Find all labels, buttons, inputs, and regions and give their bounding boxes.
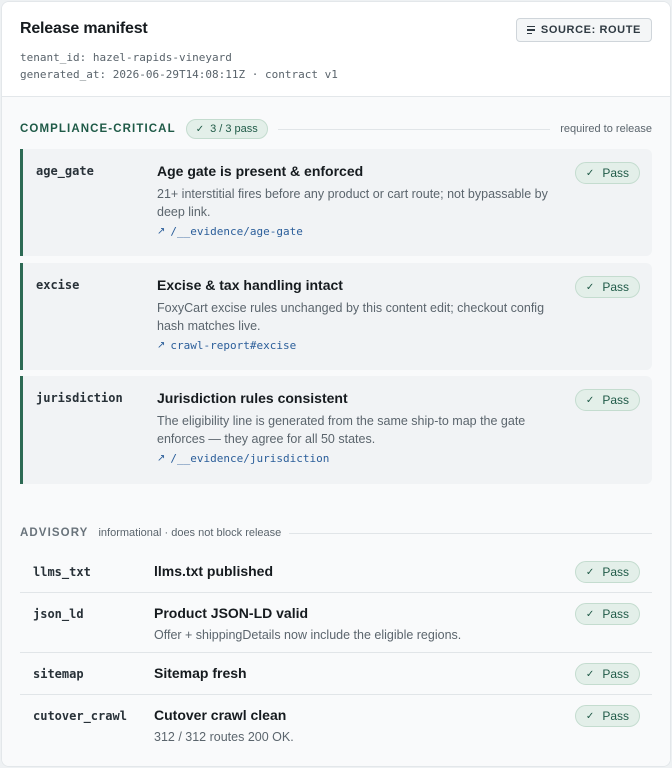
section-divider [277, 128, 551, 130]
advisory-item-llms-txt: llms_txt llms.txt published ✓ Pass [20, 551, 652, 593]
status-badge: ✓ Pass [574, 561, 640, 583]
manifest-header: Release manifest tenant_id: hazel-rapids… [2, 2, 670, 97]
advisory-item-json-ld: json_ld Product JSON-LD valid Offer + sh… [20, 593, 652, 653]
item-body: Age gate is present & enforced 21+ inter… [157, 163, 556, 238]
evidence-link[interactable]: ↗ /__evidence/jurisdiction [157, 452, 556, 465]
item-body: Sitemap fresh [154, 665, 556, 681]
critical-count: 3 / 3 pass [210, 123, 258, 135]
critical-item-excise: excise Excise & tax handling intact Foxy… [20, 263, 652, 370]
item-key: excise [36, 278, 80, 292]
status-label: Pass [602, 565, 629, 579]
evidence-link-label: crawl-report#excise [170, 339, 297, 352]
item-title: Product JSON-LD valid [154, 605, 309, 621]
status-badge: ✓ Pass [574, 276, 640, 298]
source-button-label: SOURCE: ROUTE [540, 24, 641, 36]
critical-item-jurisdiction: jurisdiction Jurisdiction rules consiste… [20, 376, 652, 484]
check-icon: ✓ [585, 668, 595, 680]
advisory-item-cutover-crawl: cutover_crawl Cutover crawl clean 312 / … [20, 695, 652, 755]
manifest-content: COMPLIANCE-CRITICAL ✓ 3 / 3 pass require… [2, 97, 670, 766]
item-title: Cutover crawl clean [154, 707, 287, 723]
check-icon: ✓ [585, 566, 595, 578]
advisory-section-header: ADVISORY informational · does not block … [20, 519, 652, 547]
item-key: age_gate [36, 164, 94, 178]
check-icon: ✓ [585, 608, 595, 620]
status-label: Pass [602, 667, 629, 681]
item-description: Offer + shippingDetails now include the … [154, 628, 462, 642]
advisory-item-sitemap: sitemap Sitemap fresh ✓ Pass [20, 653, 652, 695]
item-key: json_ld [33, 607, 84, 621]
check-icon: ✓ [585, 167, 595, 179]
item-description: 21+ interstitial fires before any produc… [157, 187, 548, 219]
evidence-link[interactable]: ↗ crawl-report#excise [157, 339, 556, 352]
arrow-up-right-icon: ↗ [157, 340, 166, 351]
tenant-id: tenant_id: hazel-rapids-vineyard [20, 51, 232, 64]
item-key: llms_txt [33, 565, 91, 579]
item-body: Product JSON-LD valid Offer + shippingDe… [154, 605, 556, 642]
critical-section-header: COMPLIANCE-CRITICAL ✓ 3 / 3 pass require… [20, 115, 652, 143]
item-key: cutover_crawl [33, 709, 127, 723]
source-route-button[interactable]: SOURCE: ROUTE [515, 18, 652, 42]
status-badge: ✓ Pass [574, 705, 640, 727]
item-title: llms.txt published [154, 563, 274, 579]
release-manifest-panel: Release manifest tenant_id: hazel-rapids… [1, 1, 671, 767]
item-key: jurisdiction [36, 391, 123, 405]
status-label: Pass [602, 166, 629, 180]
evidence-link[interactable]: ↗ /__evidence/age-gate [157, 225, 556, 238]
arrow-up-right-icon: ↗ [157, 226, 166, 237]
item-description: FoxyCart excise rules unchanged by this … [157, 301, 545, 333]
check-icon: ✓ [585, 281, 595, 293]
status-badge: ✓ Pass [574, 389, 640, 411]
status-label: Pass [602, 709, 629, 723]
item-title: Sitemap fresh [154, 665, 247, 681]
advisory-section-title: ADVISORY [20, 527, 89, 539]
critical-item-age-gate: age_gate Age gate is present & enforced … [20, 149, 652, 256]
item-key: sitemap [33, 667, 84, 681]
status-label: Pass [602, 607, 629, 621]
status-label: Pass [602, 280, 629, 294]
evidence-link-label: /__evidence/age-gate [170, 225, 303, 238]
item-body: Jurisdiction rules consistent The eligib… [157, 390, 556, 465]
item-description: 312 / 312 routes 200 OK. [154, 730, 294, 744]
status-badge: ✓ Pass [574, 162, 640, 184]
check-icon: ✓ [585, 710, 595, 722]
item-body: llms.txt published [154, 563, 556, 579]
item-body: Excise & tax handling intact FoxyCart ex… [157, 277, 556, 352]
item-title: Age gate is present & enforced [157, 163, 364, 179]
check-icon: ✓ [585, 394, 595, 406]
arrow-up-right-icon: ↗ [157, 453, 166, 464]
status-badge: ✓ Pass [574, 603, 640, 625]
evidence-link-label: /__evidence/jurisdiction [170, 452, 330, 465]
critical-section-note: required to release [560, 123, 652, 135]
list-lines-icon [526, 25, 535, 35]
status-label: Pass [602, 393, 629, 407]
check-icon: ✓ [195, 123, 205, 135]
critical-section-title: COMPLIANCE-CRITICAL [20, 123, 176, 135]
item-description: The eligibility line is generated from t… [157, 414, 526, 446]
item-title: Jurisdiction rules consistent [157, 390, 348, 406]
section-divider [289, 532, 652, 534]
manifest-meta: tenant_id: hazel-rapids-vineyard generat… [20, 49, 652, 83]
item-body: Cutover crawl clean 312 / 312 routes 200… [154, 707, 556, 744]
item-title: Excise & tax handling intact [157, 277, 343, 293]
generated-at: generated_at: 2026-06-29T14:08:11Z · con… [20, 68, 338, 81]
status-badge: ✓ Pass [574, 663, 640, 685]
critical-count-badge: ✓ 3 / 3 pass [185, 119, 268, 139]
advisory-section-note: informational · does not block release [98, 527, 282, 539]
